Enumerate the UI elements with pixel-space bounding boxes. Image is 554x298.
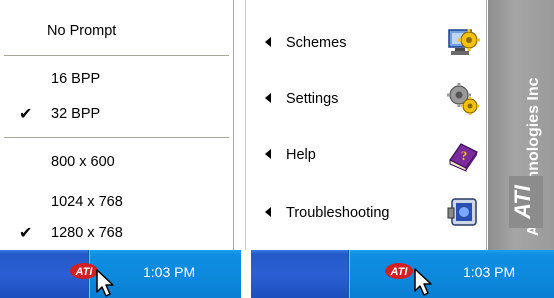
menu-item-label: Troubleshooting xyxy=(286,205,390,221)
ati-logo: ATI xyxy=(509,176,543,228)
clock-time[interactable]: 1:03 PM xyxy=(143,262,195,282)
menu-item-label: 1024 x 768 xyxy=(51,194,123,210)
menu-item-schemes[interactable]: Schemes xyxy=(251,22,486,64)
menu-item-label: No Prompt xyxy=(47,23,117,39)
menu-item-label: Schemes xyxy=(286,35,347,51)
menu-item-16-bpp[interactable]: 16 BPP xyxy=(0,66,233,92)
svg-text:ATI: ATI xyxy=(390,266,409,278)
settings-gears-icon xyxy=(447,83,479,115)
help-book-icon: ? xyxy=(449,143,478,172)
menu-item-label: 1280 x 768 xyxy=(51,225,123,241)
check-mark-icon: ✔ xyxy=(19,225,33,242)
menu-item-800x600[interactable]: 800 x 600 xyxy=(0,149,233,175)
ati-tray-menu: Schemes Settings Help ? Troubleshooting xyxy=(251,0,487,250)
menu-item-settings[interactable]: Settings xyxy=(251,78,486,120)
panel-divider xyxy=(245,0,246,250)
menu-item-help[interactable]: Help ? xyxy=(251,134,486,176)
clock-time[interactable]: 1:03 PM xyxy=(463,262,515,282)
submenu-arrow-icon xyxy=(265,207,271,217)
menu-item-1024x768[interactable]: 1024 x 768 xyxy=(0,189,233,215)
menu-item-label: Settings xyxy=(286,91,339,107)
ati-tray-icon[interactable]: ATI xyxy=(384,261,414,281)
menu-item-32-bpp[interactable]: ✔ 32 BPP xyxy=(0,101,233,127)
submenu-arrow-icon xyxy=(265,37,271,47)
schemes-gear-monitor-icon xyxy=(448,29,480,55)
submenu-arrow-icon xyxy=(265,149,271,159)
check-mark-icon: ✔ xyxy=(19,106,33,123)
display-settings-menu: No Prompt 16 BPP ✔ 32 BPP 800 x 600 1024… xyxy=(0,0,234,250)
menu-item-troubleshooting[interactable]: Troubleshooting xyxy=(251,192,486,234)
mouse-cursor-icon xyxy=(96,269,114,297)
left-panel: No Prompt 16 BPP ✔ 32 BPP 800 x 600 1024… xyxy=(0,0,241,298)
submenu-arrow-icon xyxy=(265,93,271,103)
menu-separator xyxy=(4,55,229,57)
menu-separator xyxy=(4,137,229,139)
menu-item-label: 16 BPP xyxy=(51,71,101,87)
menu-item-1280x768[interactable]: ✔ 1280 x 768 xyxy=(0,220,233,246)
mouse-cursor-icon xyxy=(414,268,432,296)
menu-item-label: 32 BPP xyxy=(51,106,101,122)
svg-text:?: ? xyxy=(461,148,468,163)
right-panel: Schemes Settings Help ? Troubleshooting … xyxy=(251,0,554,298)
menu-item-no-prompt[interactable]: No Prompt xyxy=(0,18,233,44)
troubleshooting-monitor-icon xyxy=(447,198,477,226)
notification-area xyxy=(348,250,554,298)
menu-item-label: 800 x 600 xyxy=(51,154,115,170)
svg-text:ATI: ATI xyxy=(75,266,94,278)
panel-gap xyxy=(241,0,251,298)
svg-text:ATI: ATI xyxy=(510,184,535,220)
menu-item-label: Help xyxy=(286,147,316,163)
